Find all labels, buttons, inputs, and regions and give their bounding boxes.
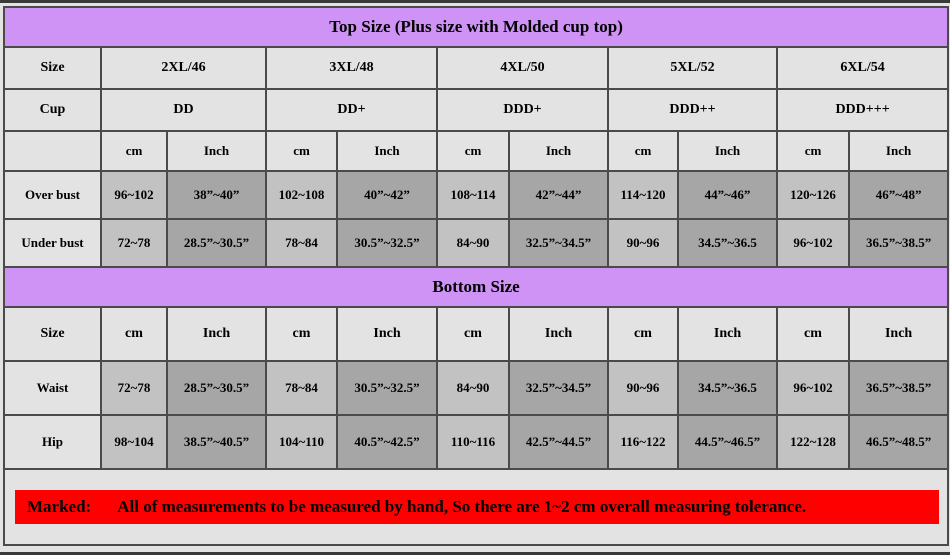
top-units-row: cm Inch cm Inch cm Inch cm Inch cm Inch <box>3 130 950 172</box>
unit-header-cm: cm <box>776 306 850 362</box>
note-marked-label: Marked: <box>27 497 92 516</box>
under-bust-cm: 96~102 <box>776 218 850 268</box>
waist-row: Waist 72~78 28.5”~30.5” 78~84 30.5”~32.5… <box>3 360 950 416</box>
over-bust-inch: 38”~40” <box>166 170 267 220</box>
size-value: 6XL/54 <box>775 46 950 90</box>
unit-header-inch: Inch <box>336 306 438 362</box>
waist-inch: 28.5”~30.5” <box>166 360 267 416</box>
unit-header-cm: cm <box>265 306 338 362</box>
over-bust-cm: 114~120 <box>607 170 679 220</box>
under-bust-cm: 72~78 <box>100 218 168 268</box>
over-bust-inch: 46”~48” <box>847 170 950 220</box>
units-row-empty-label <box>3 130 102 172</box>
bottom-size-banner-row: Bottom Size <box>2 266 950 308</box>
under-bust-row: Under bust 72~78 28.5”~30.5” 78~84 30.5”… <box>3 218 950 268</box>
under-bust-cm: 90~96 <box>607 218 679 268</box>
over-bust-cm: 120~126 <box>776 170 850 220</box>
top-size-row: Size 2XL/46 3XL/48 4XL/50 5XL/52 6XL/54 <box>3 46 950 90</box>
bottom-units-row: Size cm Inch cm Inch cm Inch cm Inch cm … <box>3 306 950 362</box>
unit-header-inch: Inch <box>508 306 609 362</box>
measuring-note-cell: Marked: All of measurements to be measur… <box>2 468 950 546</box>
unit-header-cm: cm <box>607 306 679 362</box>
under-bust-inch: 30.5”~32.5” <box>336 218 438 268</box>
size-value: 5XL/52 <box>607 46 778 90</box>
hip-inch: 38.5”~40.5” <box>166 414 267 470</box>
unit-header-inch: Inch <box>166 306 267 362</box>
cup-value: DDD+++ <box>775 88 950 132</box>
row-label-cup: Cup <box>3 88 102 132</box>
under-bust-inch: 28.5”~30.5” <box>166 218 267 268</box>
hip-inch: 46.5”~48.5” <box>847 414 950 470</box>
unit-header-inch: Inch <box>677 306 778 362</box>
waist-cm: 96~102 <box>776 360 850 416</box>
top-size-banner: Top Size (Plus size with Molded cup top) <box>2 6 950 48</box>
row-label-over-bust: Over bust <box>3 170 102 220</box>
unit-header-inch: Inch <box>336 130 438 172</box>
over-bust-inch: 40”~42” <box>336 170 438 220</box>
unit-header-cm: cm <box>607 130 679 172</box>
hip-cm: 110~116 <box>436 414 510 470</box>
waist-cm: 78~84 <box>265 360 338 416</box>
unit-header-inch: Inch <box>166 130 267 172</box>
unit-header-cm: cm <box>436 306 510 362</box>
waist-inch: 34.5”~36.5 <box>677 360 778 416</box>
under-bust-cm: 84~90 <box>436 218 510 268</box>
cup-value: DDD+ <box>436 88 609 132</box>
unit-header-cm: cm <box>100 306 168 362</box>
row-label-size: Size <box>3 306 102 362</box>
over-bust-cm: 96~102 <box>100 170 168 220</box>
under-bust-inch: 36.5”~38.5” <box>847 218 950 268</box>
unit-header-cm: cm <box>436 130 510 172</box>
unit-header-inch: Inch <box>847 130 950 172</box>
hip-cm: 122~128 <box>776 414 850 470</box>
cup-value: DDD++ <box>607 88 778 132</box>
unit-header-cm: cm <box>776 130 850 172</box>
row-label-under-bust: Under bust <box>3 218 102 268</box>
hip-cm: 104~110 <box>265 414 338 470</box>
waist-cm: 90~96 <box>607 360 679 416</box>
over-bust-cm: 108~114 <box>436 170 510 220</box>
unit-header-cm: cm <box>265 130 338 172</box>
hip-inch: 40.5”~42.5” <box>336 414 438 470</box>
hip-cm: 116~122 <box>607 414 679 470</box>
measuring-note-banner: Marked: All of measurements to be measur… <box>15 490 940 524</box>
over-bust-row: Over bust 96~102 38”~40” 102~108 40”~42”… <box>3 170 950 220</box>
waist-inch: 32.5”~34.5” <box>508 360 609 416</box>
top-cup-row: Cup DD DD+ DDD+ DDD++ DDD+++ <box>3 88 950 132</box>
top-size-banner-row: Top Size (Plus size with Molded cup top) <box>2 6 950 48</box>
hip-cm: 98~104 <box>100 414 168 470</box>
note-text: All of measurements to be measured by ha… <box>117 497 807 516</box>
over-bust-inch: 44”~46” <box>677 170 778 220</box>
hip-row: Hip 98~104 38.5”~40.5” 104~110 40.5”~42.… <box>3 414 950 470</box>
row-label-size: Size <box>3 46 102 90</box>
under-bust-inch: 32.5”~34.5” <box>508 218 609 268</box>
size-chart: Top Size (Plus size with Molded cup top)… <box>0 0 950 555</box>
under-bust-cm: 78~84 <box>265 218 338 268</box>
hip-inch: 42.5”~44.5” <box>508 414 609 470</box>
unit-header-inch: Inch <box>847 306 950 362</box>
unit-header-cm: cm <box>100 130 168 172</box>
over-bust-cm: 102~108 <box>265 170 338 220</box>
waist-cm: 84~90 <box>436 360 510 416</box>
waist-cm: 72~78 <box>100 360 168 416</box>
cup-value: DD <box>100 88 267 132</box>
unit-header-inch: Inch <box>677 130 778 172</box>
row-label-waist: Waist <box>3 360 102 416</box>
row-label-hip: Hip <box>3 414 102 470</box>
bottom-size-banner: Bottom Size <box>2 266 950 308</box>
under-bust-inch: 34.5”~36.5 <box>677 218 778 268</box>
size-value: 2XL/46 <box>100 46 267 90</box>
note-row: Marked: All of measurements to be measur… <box>2 468 950 546</box>
size-value: 3XL/48 <box>265 46 438 90</box>
size-chart-table: Top Size (Plus size with Molded cup top)… <box>2 6 950 546</box>
over-bust-inch: 42”~44” <box>508 170 609 220</box>
size-value: 4XL/50 <box>436 46 609 90</box>
waist-inch: 30.5”~32.5” <box>336 360 438 416</box>
cup-value: DD+ <box>265 88 438 132</box>
hip-inch: 44.5”~46.5” <box>677 414 778 470</box>
unit-header-inch: Inch <box>508 130 609 172</box>
waist-inch: 36.5”~38.5” <box>847 360 950 416</box>
